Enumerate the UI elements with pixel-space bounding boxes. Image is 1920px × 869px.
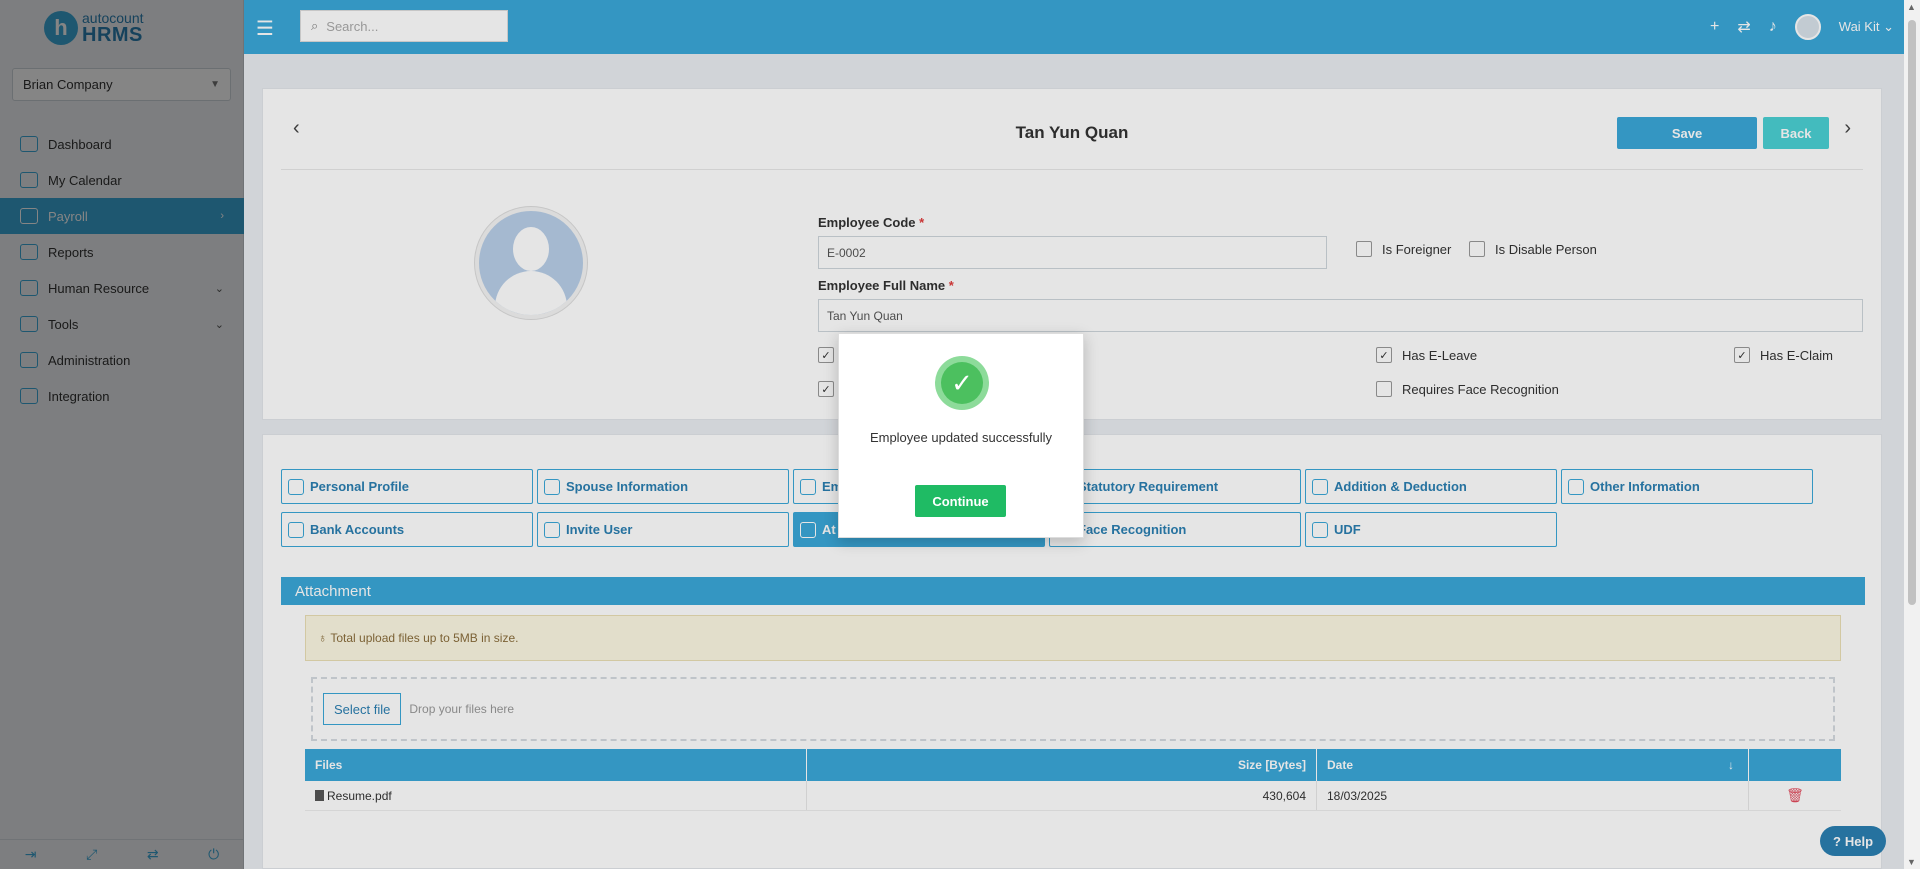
sidebar-backdrop — [0, 0, 244, 869]
continue-button[interactable]: Continue — [915, 485, 1006, 517]
scroll-up-icon[interactable]: ▲ — [1907, 2, 1916, 12]
success-check-icon: ✓ — [935, 356, 989, 410]
page-scrollbar[interactable]: ▲ ▼ — [1904, 0, 1920, 869]
dialog-message: Employee updated successfully — [869, 430, 1053, 445]
scrollbar-thumb[interactable] — [1908, 20, 1916, 605]
scroll-down-icon[interactable]: ▼ — [1907, 857, 1916, 867]
success-dialog: ✓ Employee updated successfully Continue — [838, 333, 1084, 538]
